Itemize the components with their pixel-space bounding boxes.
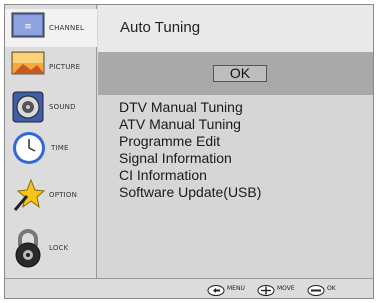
picture-icon: [11, 50, 45, 84]
hint-move-label: MOVE: [277, 285, 295, 292]
tv-menu-frame: ≡ CHANNEL PICTURE SOUND TIME OPTION LOCK…: [4, 4, 374, 299]
sidebar-item-label: OPTION: [49, 191, 78, 199]
sidebar: ≡ CHANNEL PICTURE SOUND TIME OPTION LOCK: [5, 5, 97, 278]
hint-ok: OK: [307, 283, 336, 296]
hint-menu: MENU: [207, 283, 245, 296]
menu-item-atv-manual-tuning[interactable]: ATV Manual Tuning: [119, 116, 261, 133]
menu-key-icon: [207, 283, 225, 296]
channel-icon: ≡: [11, 11, 45, 45]
hint-ok-label: OK: [327, 285, 336, 292]
sidebar-item-picture[interactable]: PICTURE: [5, 49, 97, 85]
sidebar-item-label: SOUND: [49, 103, 76, 111]
hint-move: MOVE: [257, 283, 295, 296]
menu-item-signal-information[interactable]: Signal Information: [119, 150, 261, 167]
sidebar-item-label: PICTURE: [49, 63, 81, 71]
page-title: Auto Tuning: [120, 19, 201, 36]
sidebar-item-label: TIME: [51, 144, 69, 152]
menu-item-programme-edit[interactable]: Programme Edit: [119, 133, 261, 150]
sidebar-item-lock[interactable]: LOCK: [5, 223, 97, 273]
sidebar-item-label: CHANNEL: [49, 24, 85, 32]
hint-menu-label: MENU: [227, 285, 245, 292]
menu-item-dtv-manual-tuning[interactable]: DTV Manual Tuning: [119, 99, 261, 116]
menu-item-software-update[interactable]: Software Update(USB): [119, 184, 261, 201]
clock-icon: [11, 130, 47, 166]
main-panel: Auto Tuning OK DTV Manual Tuning ATV Man…: [98, 5, 373, 278]
sidebar-item-channel[interactable]: ≡ CHANNEL: [5, 9, 97, 47]
sidebar-item-sound[interactable]: SOUND: [5, 87, 97, 127]
move-key-icon: [257, 283, 275, 296]
sidebar-item-option[interactable]: OPTION: [5, 173, 97, 217]
ok-button[interactable]: OK: [213, 65, 267, 82]
lock-icon: [11, 228, 45, 268]
footer-hints: MENU MOVE OK: [5, 278, 373, 298]
menu-item-ci-information[interactable]: CI Information: [119, 167, 261, 184]
sidebar-item-time[interactable]: TIME: [5, 125, 97, 171]
ok-key-icon: [307, 283, 325, 296]
sidebar-item-label: LOCK: [49, 244, 69, 252]
title-bar: Auto Tuning: [98, 5, 373, 53]
sound-icon: [11, 90, 45, 124]
option-icon: [11, 178, 46, 212]
menu-list: DTV Manual Tuning ATV Manual Tuning Prog…: [119, 99, 261, 201]
svg-text:≡: ≡: [24, 22, 32, 32]
selection-band: OK: [98, 53, 373, 95]
